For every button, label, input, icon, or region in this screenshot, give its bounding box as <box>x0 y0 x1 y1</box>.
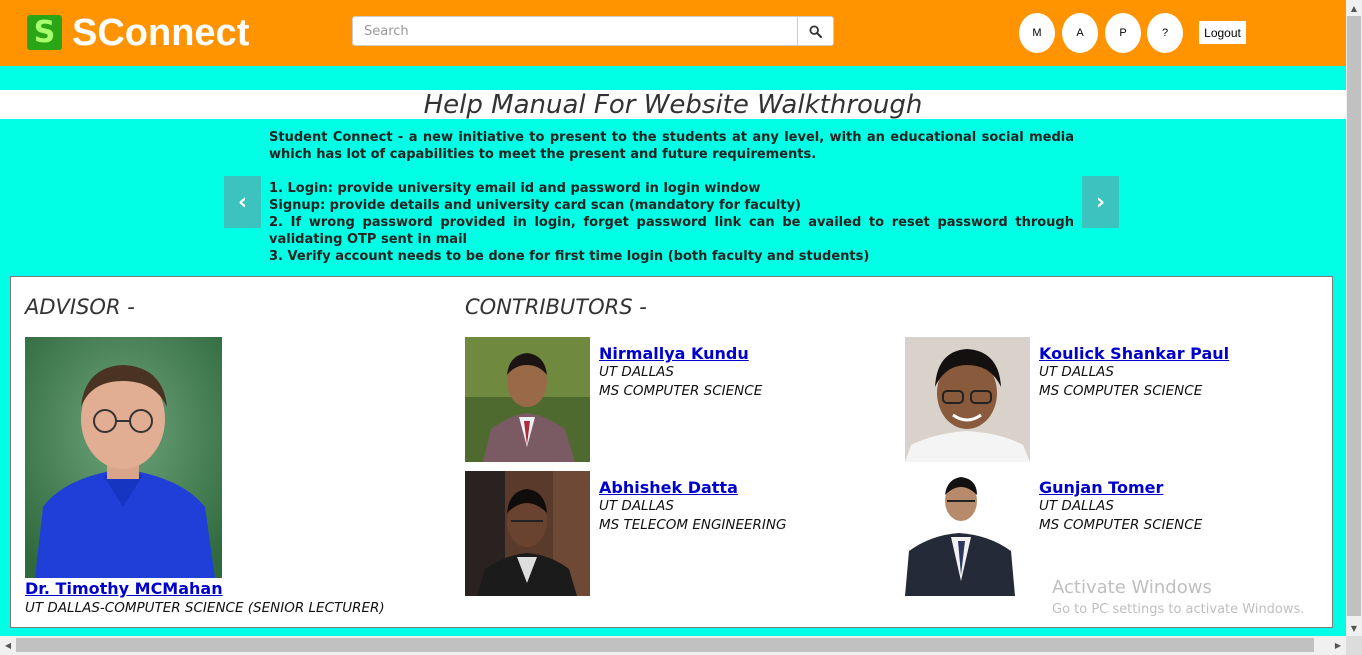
contributor-program: MS COMPUTER SCIENCE <box>1039 517 1203 533</box>
scroll-up-icon[interactable]: ▲ <box>1346 0 1362 16</box>
help-step-1: 1. Login: provide university email id an… <box>269 181 761 196</box>
contributors-heading: CONTRIBUTORS - <box>465 295 647 319</box>
advisor-detail: UT DALLAS-COMPUTER SCIENCE (SENIOR LECTU… <box>25 600 385 616</box>
search-bar <box>352 16 834 46</box>
horizontal-scroll-thumb[interactable] <box>16 638 1314 652</box>
search-icon <box>809 24 822 38</box>
help-step-signup: Signup: provide details and university c… <box>269 198 801 213</box>
advisor-heading: ADVISOR - <box>25 295 135 319</box>
advisor-photo <box>25 337 222 578</box>
contributor-org: UT DALLAS <box>599 364 674 380</box>
contributor-org: UT DALLAS <box>1039 364 1114 380</box>
help-step-3: 3. Verify account needs to be done for f… <box>269 249 870 264</box>
contributor-org: UT DALLAS <box>599 498 674 514</box>
profile-button-p[interactable]: P <box>1105 13 1141 53</box>
top-bar: S SConnect M A P ? Logout <box>0 0 1346 66</box>
search-button[interactable] <box>797 17 833 45</box>
contributor-name-link[interactable]: Gunjan Tomer <box>1039 478 1163 498</box>
carousel-slide: Student Connect - a new initiative to pr… <box>269 129 1074 265</box>
contributor-org: UT DALLAS <box>1039 498 1114 514</box>
contributor-photo <box>465 471 590 596</box>
carousel-next-button[interactable]: › <box>1082 176 1119 228</box>
contributor-photo <box>465 337 590 462</box>
activation-watermark-title: Activate Windows <box>1052 577 1212 598</box>
help-step-2: 2. If wrong password provided in login, … <box>269 215 1074 247</box>
horizontal-scrollbar[interactable]: ◀ ▶ <box>0 636 1362 655</box>
contributor-program: MS TELECOM ENGINEERING <box>599 517 787 533</box>
contributor-photo <box>905 471 1030 596</box>
contributor-name-link[interactable]: Abhishek Datta <box>599 478 738 498</box>
search-input[interactable] <box>353 17 799 45</box>
brand-name[interactable]: SConnect <box>72 9 249 57</box>
page-title: Help Manual For Website Walkthrough <box>423 90 923 120</box>
profile-button-m[interactable]: M <box>1019 13 1055 53</box>
logout-button[interactable]: Logout <box>1199 21 1246 44</box>
scrollbar-corner <box>1346 636 1362 655</box>
contributor-photo <box>905 337 1030 462</box>
vertical-scroll-thumb[interactable] <box>1347 16 1361 616</box>
scroll-left-icon[interactable]: ◀ <box>0 636 16 655</box>
team-panel: ADVISOR - Dr. Timothy MCMahan UT DALLAS-… <box>10 276 1333 628</box>
vertical-scrollbar[interactable]: ▲ ▼ <box>1346 0 1362 636</box>
logo-letter: S <box>33 14 56 50</box>
contributor-program: MS COMPUTER SCIENCE <box>599 383 763 399</box>
contributor-name-link[interactable]: Nirmallya Kundu <box>599 344 749 364</box>
profile-button-a[interactable]: A <box>1062 13 1098 53</box>
intro-text: Student Connect - a new initiative to pr… <box>269 130 1074 162</box>
advisor-name-link[interactable]: Dr. Timothy MCMahan <box>25 579 223 599</box>
scroll-right-icon[interactable]: ▶ <box>1330 636 1346 655</box>
activation-watermark-subtitle: Go to PC settings to activate Windows. <box>1052 602 1305 617</box>
scroll-down-icon[interactable]: ▼ <box>1346 620 1362 636</box>
logo-icon[interactable]: S <box>27 15 62 50</box>
help-button[interactable]: ? <box>1147 13 1183 53</box>
help-title-band: Help Manual For Website Walkthrough <box>0 90 1346 120</box>
carousel-prev-button[interactable]: ‹ <box>224 176 261 228</box>
contributor-program: MS COMPUTER SCIENCE <box>1039 383 1203 399</box>
contributor-name-link[interactable]: Koulick Shankar Paul <box>1039 344 1229 364</box>
